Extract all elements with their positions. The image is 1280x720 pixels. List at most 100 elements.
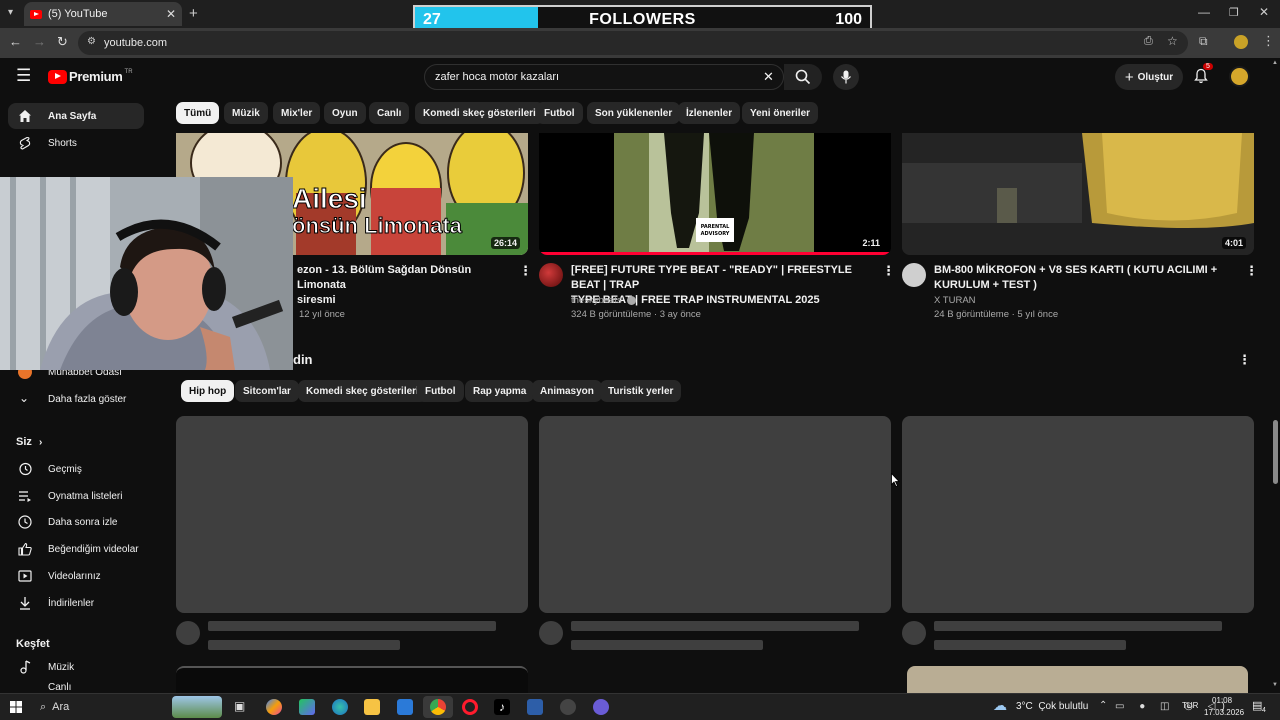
extensions-icon[interactable]: ⧉ (1199, 34, 1208, 49)
clock-date[interactable]: 17.03.2026 (1204, 708, 1244, 717)
chip-8[interactable]: İzlenenler (678, 102, 741, 124)
chip-3[interactable]: Oyun (324, 102, 366, 124)
chip-5[interactable]: Komedi skeç gösterileri (415, 102, 544, 124)
channel-name[interactable]: theskybeats (571, 295, 637, 306)
app-icon-blue[interactable] (527, 699, 543, 715)
chip-9[interactable]: Yeni öneriler (742, 102, 819, 124)
clear-search-icon[interactable]: ✕ (763, 69, 774, 85)
section-chip-0[interactable]: Hip hop (181, 380, 235, 402)
video-menu-icon[interactable]: ⋮ (519, 263, 532, 279)
section-chip-5[interactable]: Animasyon (532, 380, 602, 402)
video-title-line: KURULUM + TEST ) (934, 279, 1037, 291)
video-title-1[interactable]: ezon - 13. Bölüm Sağdan Dönsün Limonata … (297, 263, 507, 308)
channel-avatar[interactable] (902, 263, 926, 287)
microphone-icon (841, 70, 851, 84)
scroll-up-arrow-icon[interactable]: ▲ (1272, 60, 1278, 66)
section-title: din (293, 352, 313, 367)
site-info-icon[interactable]: ⚙ (87, 36, 96, 47)
youtube-logo[interactable]: Premium TR (48, 69, 133, 84)
taskbar-search[interactable]: ⌕ Ara (34, 696, 224, 718)
address-bar[interactable]: ⚙ youtube.com ⎙ ☆ (78, 31, 1188, 55)
copilot-icon[interactable] (266, 699, 282, 715)
sidebar-you-header[interactable]: Siz › (16, 436, 42, 448)
section-chip-1[interactable]: Sitcom'lar (235, 380, 299, 402)
search-input[interactable]: zafer hoca motor kazaları ✕ (424, 64, 784, 90)
windows-start-icon[interactable] (10, 701, 22, 713)
hamburger-menu-icon[interactable]: ☰ (16, 66, 31, 86)
loading-avatar (902, 621, 926, 645)
bookmark-star-icon[interactable]: ☆ (1167, 34, 1178, 48)
section-chip-3[interactable]: Futbol (417, 380, 464, 402)
section-chip-2[interactable]: Komedi skeç gösterileri (298, 380, 427, 402)
chip-6[interactable]: Futbol (536, 102, 583, 124)
mail-icon[interactable] (397, 699, 413, 715)
restore-icon[interactable]: ❐ (1229, 6, 1239, 19)
chevron-right-icon: › (38, 437, 43, 448)
profile-avatar-icon[interactable] (1234, 35, 1248, 49)
video-title-line: siresmi (297, 294, 336, 306)
sidebar-item-shorts[interactable]: Shorts (8, 130, 144, 156)
minimize-icon[interactable]: — (1198, 5, 1210, 19)
opera-icon[interactable] (462, 699, 478, 715)
voice-search-button[interactable] (833, 64, 859, 90)
section-chip-6[interactable]: Turistik yerler (600, 380, 682, 402)
sidebar-item-downloads[interactable]: İndirilenler (8, 590, 144, 616)
scrollbar-thumb[interactable] (1273, 420, 1278, 484)
sidebar-item-liked[interactable]: Beğendiğim videolar (8, 536, 144, 562)
chip-0[interactable]: Tümü (176, 102, 220, 124)
sidebar-item-watch-later[interactable]: Daha sonra izle (8, 509, 144, 535)
task-view-icon[interactable]: ▣ (234, 699, 245, 713)
section-chip-4[interactable]: Rap yapma (465, 380, 535, 402)
window-close-icon[interactable]: ✕ (1259, 5, 1269, 19)
tab-list-chevron-icon[interactable]: ▾ (8, 7, 13, 18)
forward-icon[interactable]: → (33, 34, 46, 49)
chip-4[interactable]: Canlı (369, 102, 410, 124)
back-icon[interactable]: ← (9, 34, 22, 49)
video-menu-icon[interactable]: ⋮ (882, 263, 895, 279)
browser-tab-youtube[interactable]: (5) YouTube ✕ (24, 2, 182, 26)
sidebar-item-label: Oynatma listeleri (48, 490, 123, 502)
scroll-down-arrow-icon[interactable]: ▼ (1272, 682, 1278, 688)
video-thumbnail-3[interactable]: 4:01 (902, 133, 1254, 255)
clock-time[interactable]: 01:08 (1212, 696, 1232, 705)
app-icon-gray[interactable] (560, 699, 576, 715)
install-icon[interactable]: ⎙ (1144, 35, 1153, 48)
edge-icon[interactable] (332, 699, 348, 715)
download-icon (20, 597, 30, 610)
chip-7[interactable]: Son yüklenenler (587, 102, 681, 124)
page-scrollbar[interactable]: ▲ ▼ (1271, 58, 1280, 693)
browser-menu-icon[interactable]: ⋮ (1262, 33, 1275, 49)
create-button[interactable]: + Oluştur (1115, 64, 1183, 90)
sidebar-item-music[interactable]: Müzik (8, 654, 144, 680)
reload-icon[interactable]: ↻ (57, 34, 68, 50)
channel-avatar[interactable] (539, 263, 563, 287)
video-menu-icon[interactable]: ⋮ (1245, 263, 1258, 279)
file-explorer-icon[interactable] (364, 699, 380, 715)
app-icon-purple[interactable] (593, 699, 609, 715)
video-title-3[interactable]: BM-800 MİKROFON + V8 SES KARTI ( KUTU AC… (934, 263, 1234, 293)
sidebar-item-playlists[interactable]: Oynatma listeleri (8, 483, 144, 509)
tray-chevron-icon[interactable]: ⌃ (1099, 700, 1107, 711)
sidebar-item-your-videos[interactable]: Videolarınız (8, 563, 144, 589)
sidebar-show-more[interactable]: ⌄ Daha fazla göster (8, 386, 144, 412)
channel-name[interactable]: X TURAN (934, 295, 976, 306)
notifications-button[interactable]: 5 (1193, 63, 1213, 86)
new-tab-icon[interactable]: + (189, 5, 198, 22)
search-query: zafer hoca motor kazaları (435, 71, 560, 83)
input-language[interactable]: TUR (1182, 701, 1198, 710)
tab-close-icon[interactable]: ✕ (166, 7, 176, 21)
account-avatar[interactable] (1229, 66, 1250, 87)
chrome-icon[interactable] (430, 699, 446, 715)
sidebar-item-home[interactable]: Ana Sayfa (8, 103, 144, 129)
chip-1[interactable]: Müzik (224, 102, 268, 124)
sidebar-item-history[interactable]: Geçmiş (8, 456, 144, 482)
office-icon[interactable] (299, 699, 315, 715)
section-menu-icon[interactable]: ⋮ (1238, 352, 1251, 368)
notification-center-icon[interactable]: ▤ (1252, 699, 1262, 712)
weather-text[interactable]: 3°C Çok bulutlu (1016, 701, 1088, 712)
tiktok-icon[interactable]: ♪ (494, 699, 510, 715)
sidebar-item-live[interactable]: Canlı (8, 681, 144, 693)
chip-2[interactable]: Mix'ler (273, 102, 321, 124)
search-button[interactable] (784, 64, 822, 90)
video-thumbnail-2[interactable]: PARENTAL ADVISORY 2:11 (539, 133, 891, 255)
